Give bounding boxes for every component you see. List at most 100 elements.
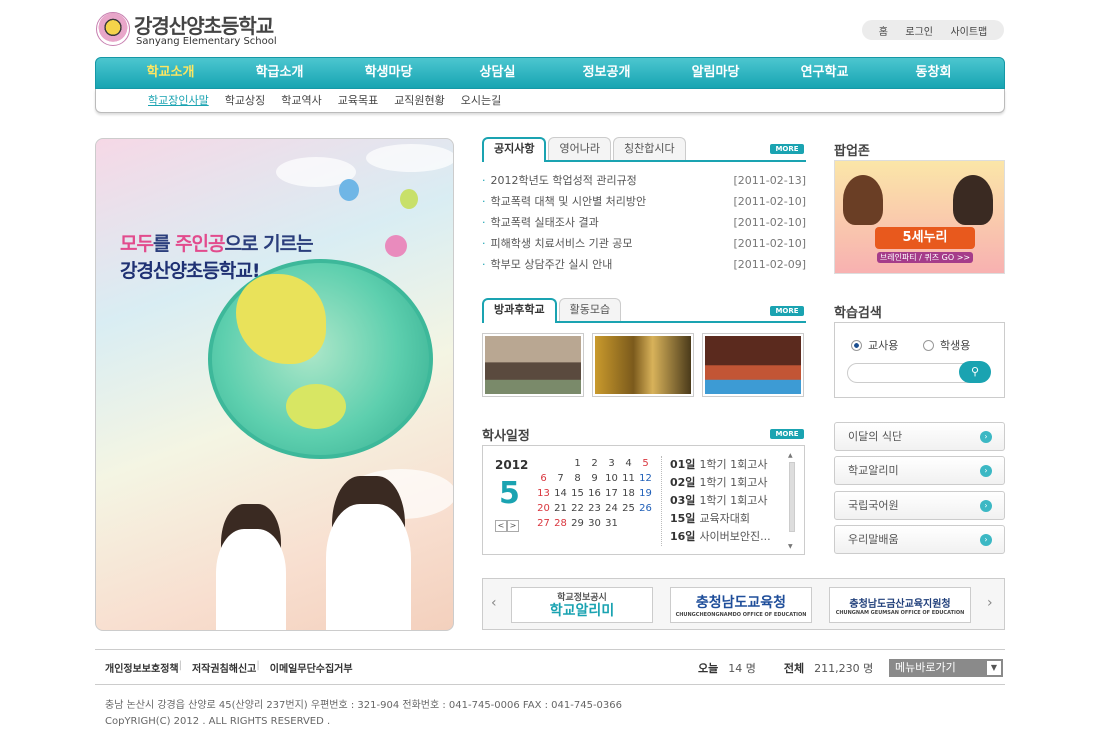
sub-navigation: 학교장인사말 학교상징 학교역사 교육목표 교직원현황 오시는길 xyxy=(95,89,1005,113)
banner-prev-icon[interactable]: ‹ xyxy=(491,595,497,611)
main-visual-image: 모두를 주인공으로 기르는 강경산양초등학교! xyxy=(95,138,454,631)
popup-subtext: 브레인파티 / 퀴즈 GO >> xyxy=(877,252,973,263)
menu-shortcut-select[interactable]: 메뉴바로가기 ▼ xyxy=(889,659,1003,677)
event-item[interactable]: 16일 사이버보안진... xyxy=(670,528,781,546)
calendar-year: 2012 xyxy=(495,458,529,472)
tab-notice[interactable]: 공지사항 xyxy=(482,137,547,162)
child-illustration xyxy=(326,504,411,630)
list-item[interactable]: 학교폭력 대책 및 시안별 처리방안[2011-02-10] xyxy=(482,191,807,212)
footer-divider xyxy=(95,684,1005,685)
banner-school-alimi[interactable]: 학교정보공시 학교알리미 xyxy=(511,587,653,623)
gallery-more-button[interactable]: MORE xyxy=(770,306,804,316)
study-search-box: 교사용 학생용 ⚲ xyxy=(834,322,1005,398)
copyright-report-link[interactable]: 저작권침해신고 xyxy=(192,660,256,675)
tab-english-land[interactable]: 영어나라 xyxy=(548,137,611,160)
separator: | xyxy=(178,660,182,671)
quick-link-school-alimi[interactable]: 학교알리미 › xyxy=(834,456,1005,485)
tab-after-school[interactable]: 방과후학교 xyxy=(482,298,557,323)
search-button[interactable]: ⚲ xyxy=(959,361,991,383)
nav-school-intro[interactable]: 학교소개 xyxy=(116,58,225,88)
subnav-principal-greeting[interactable]: 학교장인사말 xyxy=(148,89,209,112)
nav-counseling[interactable]: 상담실 xyxy=(443,58,552,88)
gallery-thumbnail[interactable] xyxy=(592,333,694,397)
next-month-icon[interactable]: > xyxy=(507,520,519,532)
radio-teacher[interactable]: 교사용 xyxy=(851,337,898,353)
copyright-text: CopYRIGH(C) 2012 . ALL RIGHTS RESERVED . xyxy=(105,716,331,727)
notice-list: 2012학년도 학업성적 관리규정[2011-02-13] 학교폭력 대책 및 … xyxy=(482,170,807,275)
event-item[interactable]: 01일 1학기 1회고사 xyxy=(670,456,781,474)
login-link[interactable]: 로그인 xyxy=(905,23,933,38)
event-item[interactable]: 15일 교육자대회 xyxy=(670,510,781,528)
nav-notice-yard[interactable]: 알림마당 xyxy=(661,58,770,88)
slogan-line-1: 모두를 주인공으로 기르는 xyxy=(120,233,314,255)
subnav-staff-status[interactable]: 교직원현황 xyxy=(394,89,445,112)
globe-land xyxy=(286,384,346,429)
radio-unchecked-icon[interactable] xyxy=(923,339,934,351)
search-input[interactable] xyxy=(847,363,977,383)
list-item[interactable]: 학부모 상담주간 실시 안내[2011-02-09] xyxy=(482,254,807,275)
scroll-down-icon[interactable]: ▼ xyxy=(788,543,793,550)
slogan-line-2: 강경산양초등학교! xyxy=(120,260,261,282)
nav-info-disclosure[interactable]: 정보공개 xyxy=(552,58,661,88)
subnav-education-goal[interactable]: 교육목표 xyxy=(338,89,378,112)
quick-link-korean-learning[interactable]: 우리말배움 › xyxy=(834,525,1005,554)
calendar-nav: < > xyxy=(495,520,519,532)
list-item[interactable]: 학교폭력 실태조사 결과[2011-02-10] xyxy=(482,212,807,233)
tab-activities[interactable]: 활동모습 xyxy=(558,298,622,321)
cloud-decoration xyxy=(366,144,453,172)
balloon-icon xyxy=(400,189,418,209)
email-refusal-link[interactable]: 이메일무단수집거부 xyxy=(270,660,353,675)
events-scrollbar[interactable]: ▲ ▼ xyxy=(787,452,797,550)
tab-praise[interactable]: 칭찬합시다 xyxy=(612,137,686,160)
subnav-school-symbol[interactable]: 학교상징 xyxy=(225,89,265,112)
globe-illustration xyxy=(208,259,433,459)
scroll-up-icon[interactable]: ▲ xyxy=(788,452,793,459)
calendar-events: 01일 1학기 1회고사 02일 1학기 1회고사 03일 1학기 1회고사 15일 교… xyxy=(661,456,781,546)
balloon-icon xyxy=(339,179,359,201)
popup-badge: 5세누리 xyxy=(875,227,975,249)
subnav-directions[interactable]: 오시는길 xyxy=(461,89,501,112)
school-emblem-icon xyxy=(96,12,130,46)
banner-rolling: ‹ 학교정보공시 학교알리미 충청남도교육청 CHUNGCHEONGNAMDO … xyxy=(482,578,1005,630)
event-item[interactable]: 03일 1학기 1회고사 xyxy=(670,492,781,510)
chevron-down-icon[interactable]: ▼ xyxy=(987,661,1001,675)
nav-alumni[interactable]: 동창회 xyxy=(879,58,988,88)
list-item[interactable]: 피해학생 치료서비스 기관 공모[2011-02-10] xyxy=(482,233,807,254)
quick-link-monthly-menu[interactable]: 이달의 식단 › xyxy=(834,422,1005,451)
visitor-counter: 오늘 14 명 전체 211,230 명 xyxy=(698,660,873,676)
sitemap-link[interactable]: 사이트맵 xyxy=(950,23,987,38)
nav-student-yard[interactable]: 학생마당 xyxy=(334,58,443,88)
banner-geumsan-office[interactable]: 충청남도금산교육지원청 CHUNGNAM GEUMSAN OFFICE OF E… xyxy=(829,587,971,623)
prev-month-icon[interactable]: < xyxy=(495,520,507,532)
notice-more-button[interactable]: MORE xyxy=(770,144,804,154)
go-arrow-icon: › xyxy=(980,431,992,443)
subnav-school-history[interactable]: 학교역사 xyxy=(281,89,321,112)
popup-zone-title: 팝업존 xyxy=(834,144,870,159)
go-arrow-icon: › xyxy=(980,500,992,512)
event-item[interactable]: 02일 1학기 1회고사 xyxy=(670,474,781,492)
balloon-icon xyxy=(385,235,407,257)
scroll-thumb[interactable] xyxy=(789,462,795,532)
study-search-title: 학습검색 xyxy=(834,306,882,321)
gallery-thumbnail[interactable] xyxy=(702,333,804,397)
utility-links: 홈 로그인 사이트맵 xyxy=(862,20,1004,40)
radio-checked-icon[interactable] xyxy=(851,339,862,351)
banner-chungnam-office[interactable]: 충청남도교육청 CHUNGCHEONGNAMDO OFFICE OF EDUCA… xyxy=(670,587,812,623)
list-item[interactable]: 2012학년도 학업성적 관리규정[2011-02-13] xyxy=(482,170,807,191)
total-label: 전체 xyxy=(783,662,805,675)
privacy-policy-link[interactable]: 개인정보보호정책 xyxy=(105,660,179,675)
banner-next-icon[interactable]: › xyxy=(987,595,993,611)
calendar-grid: 12345 6 7 8 9 10 11 12 13 14 15 16 17 18 19 20 21 22 23… xyxy=(537,458,652,529)
gallery-thumbnail[interactable] xyxy=(482,333,584,397)
school-logo[interactable]: 강경산양초등학교 Sanyang Elementary School xyxy=(96,10,296,50)
popup-zone-banner[interactable]: 5세누리 브레인파티 / 퀴즈 GO >> xyxy=(834,160,1005,274)
calendar-month: 5 xyxy=(499,476,520,511)
nav-class-intro[interactable]: 학급소개 xyxy=(225,58,334,88)
quick-link-korean-institute[interactable]: 국립국어원 › xyxy=(834,491,1005,520)
today-label: 오늘 xyxy=(698,662,719,675)
home-link[interactable]: 홈 xyxy=(879,23,888,38)
radio-student[interactable]: 학생용 xyxy=(923,337,970,353)
cartoon-girl-illustration xyxy=(843,175,883,225)
nav-research-school[interactable]: 연구학교 xyxy=(770,58,879,88)
schedule-more-button[interactable]: MORE xyxy=(770,429,804,439)
